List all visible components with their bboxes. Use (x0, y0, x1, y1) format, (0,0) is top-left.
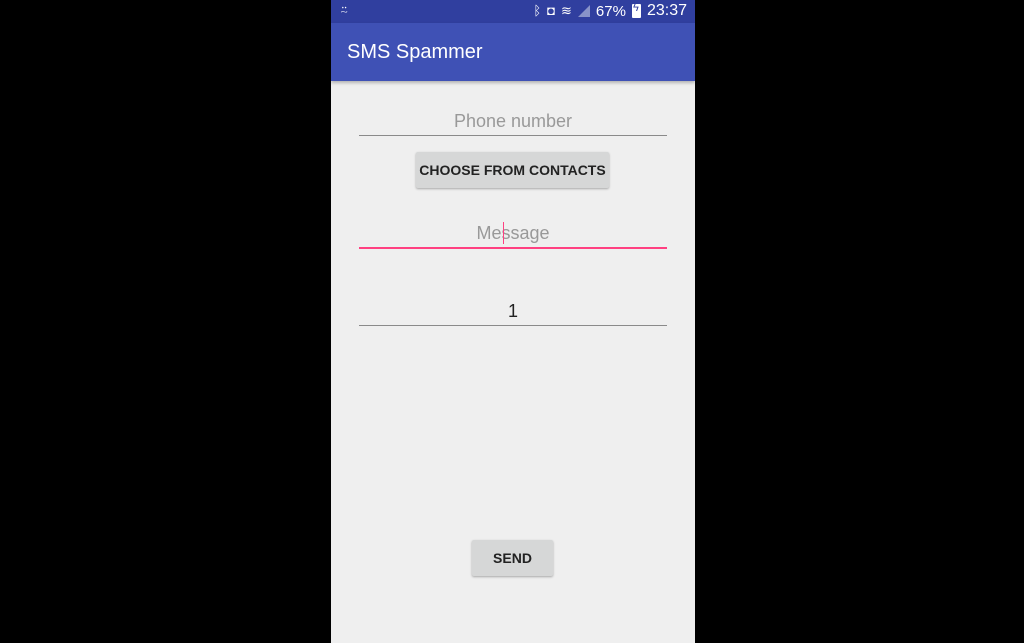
repeat-count-underline (359, 325, 667, 326)
choose-from-contacts-button[interactable]: CHOOSE FROM CONTACTS (416, 152, 609, 188)
status-bar: ⍨ ᛒ ◘ ≋ 67% 23:37 (331, 0, 695, 23)
status-icons: ᛒ ◘ ≋ 67% 23:37 (533, 2, 687, 20)
send-label: SEND (493, 550, 532, 566)
app-title: SMS Spammer (347, 41, 483, 63)
send-button[interactable]: SEND (472, 540, 553, 576)
repeat-count-input[interactable]: 1 (359, 297, 667, 326)
repeat-count-value: 1 (507, 301, 518, 321)
phone-number-underline (359, 135, 667, 136)
phone-number-input[interactable]: Phone number (359, 107, 667, 136)
phone-number-placeholder: Phone number (453, 111, 573, 131)
text-cursor (503, 222, 504, 244)
missed-call-icon: ⍨ (340, 2, 349, 18)
choose-from-contacts-label: CHOOSE FROM CONTACTS (419, 162, 606, 178)
message-input[interactable]: Message (359, 219, 667, 249)
bluetooth-icon: ᛒ (533, 3, 542, 18)
wifi-icon: ≋ (561, 3, 572, 18)
phone-screen: ⍨ ᛒ ◘ ≋ 67% 23:37 SMS Spammer Phone numb… (331, 0, 695, 643)
message-placeholder: Message (476, 223, 550, 243)
battery-charging-icon (631, 2, 641, 18)
signal-icon (577, 5, 590, 17)
message-underline (359, 247, 667, 249)
app-bar: SMS Spammer (331, 23, 695, 81)
clock: 23:37 (646, 2, 687, 19)
vibrate-icon: ◘ (547, 3, 556, 18)
battery-percentage: 67% (595, 2, 626, 20)
